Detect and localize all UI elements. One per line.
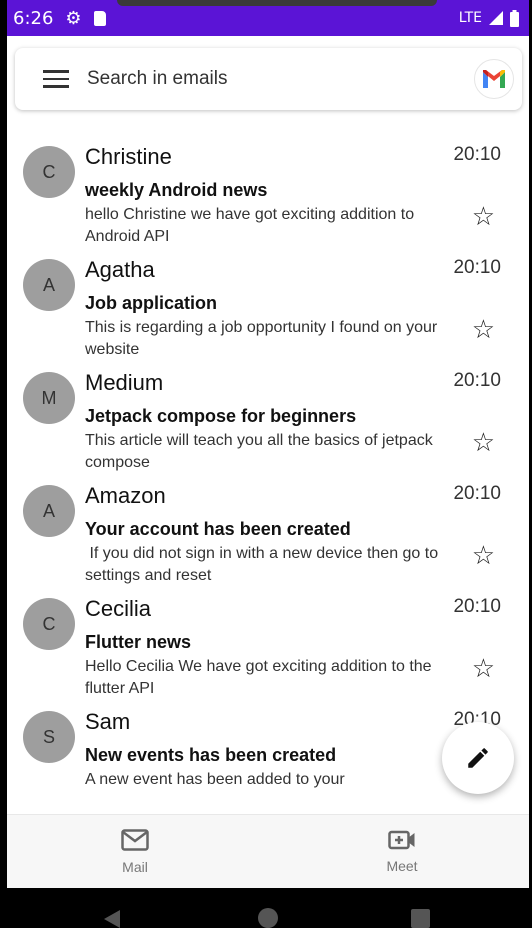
compose-button[interactable] <box>442 722 514 794</box>
signal-icon <box>489 11 503 25</box>
sender-avatar: A <box>23 485 75 537</box>
gear-icon: ⚙ <box>65 8 82 28</box>
bottom-navigation: Mail Meet <box>7 814 529 888</box>
email-preview: If you did not sign in with a new device… <box>85 545 443 584</box>
back-icon[interactable] <box>104 910 120 928</box>
device-frame-left <box>0 0 7 888</box>
menu-icon[interactable] <box>43 70 69 88</box>
email-time: 20:10 <box>453 596 501 617</box>
sender-name: Agatha <box>85 257 155 282</box>
nav-mail-label: Mail <box>122 859 148 875</box>
sender-name: Medium <box>85 370 164 395</box>
system-navigation-bar <box>0 888 532 928</box>
main-content: Search in emails C Christine 20:10 weekl… <box>7 36 529 814</box>
sender-name: Cecilia <box>85 596 152 621</box>
email-time: 20:10 <box>453 370 501 391</box>
sender-name: Amazon <box>85 483 166 508</box>
email-row[interactable]: M Medium 20:10 Jetpack compose for begin… <box>7 370 529 485</box>
gmail-logo-icon <box>483 70 505 88</box>
email-preview: hello Christine we have got exciting add… <box>85 206 415 245</box>
search-bar[interactable]: Search in emails <box>15 48 522 110</box>
sd-card-icon <box>93 10 106 26</box>
recent-apps-icon[interactable] <box>411 909 430 928</box>
email-subject: Your account has been created <box>85 519 351 539</box>
email-row[interactable]: C Christine 20:10 weekly Android news he… <box>7 144 529 259</box>
status-right-group: LTE <box>458 9 519 27</box>
account-avatar[interactable] <box>474 59 514 99</box>
sender-avatar: C <box>23 146 75 198</box>
email-row[interactable]: A Agatha 20:10 Job application This is r… <box>7 257 529 372</box>
email-subject: Flutter news <box>85 632 192 652</box>
star-icon[interactable]: ☆ <box>472 316 495 342</box>
nav-meet-label: Meet <box>386 858 418 874</box>
email-subject: Job application <box>85 293 218 313</box>
star-icon[interactable]: ☆ <box>472 429 495 455</box>
network-type: LTE <box>458 10 482 26</box>
email-subject: New events has been created <box>85 745 337 765</box>
status-bar: 6:26 ⚙ LTE <box>7 0 529 36</box>
star-icon[interactable]: ☆ <box>472 203 495 229</box>
email-preview: Hello Cecilia We have got exciting addit… <box>85 658 432 697</box>
sender-name: Sam <box>85 709 131 734</box>
nav-meet[interactable]: Meet <box>342 815 462 889</box>
star-icon[interactable]: ☆ <box>472 655 495 681</box>
sender-avatar: A <box>23 259 75 311</box>
email-preview: This is regarding a job opportunity I fo… <box>85 319 438 358</box>
nav-mail[interactable]: Mail <box>75 815 195 889</box>
email-time: 20:10 <box>453 483 501 504</box>
camera-notch <box>117 0 437 6</box>
sender-name: Christine <box>85 144 172 169</box>
email-preview: A new event has been added to your <box>85 771 345 788</box>
pencil-icon <box>468 748 488 768</box>
email-row[interactable]: C Cecilia 20:10 Flutter news Hello Cecil… <box>7 596 529 711</box>
email-time: 20:10 <box>453 257 501 278</box>
star-icon[interactable]: ☆ <box>472 542 495 568</box>
battery-icon <box>510 9 519 27</box>
sender-avatar: S <box>23 711 75 763</box>
email-subject: weekly Android news <box>85 180 268 200</box>
email-subject: Jetpack compose for beginners <box>85 406 357 426</box>
email-preview: This article will teach you all the basi… <box>85 432 433 471</box>
email-row[interactable]: A Amazon 20:10 Your account has been cre… <box>7 483 529 598</box>
video-call-icon <box>388 830 415 850</box>
home-icon[interactable] <box>258 908 278 928</box>
mail-icon <box>121 829 149 851</box>
search-input[interactable]: Search in emails <box>87 68 227 90</box>
email-time: 20:10 <box>453 144 501 165</box>
status-time: 6:26 <box>13 7 54 29</box>
email-list: C Christine 20:10 weekly Android news he… <box>7 144 529 814</box>
sender-avatar: M <box>23 372 75 424</box>
sender-avatar: C <box>23 598 75 650</box>
